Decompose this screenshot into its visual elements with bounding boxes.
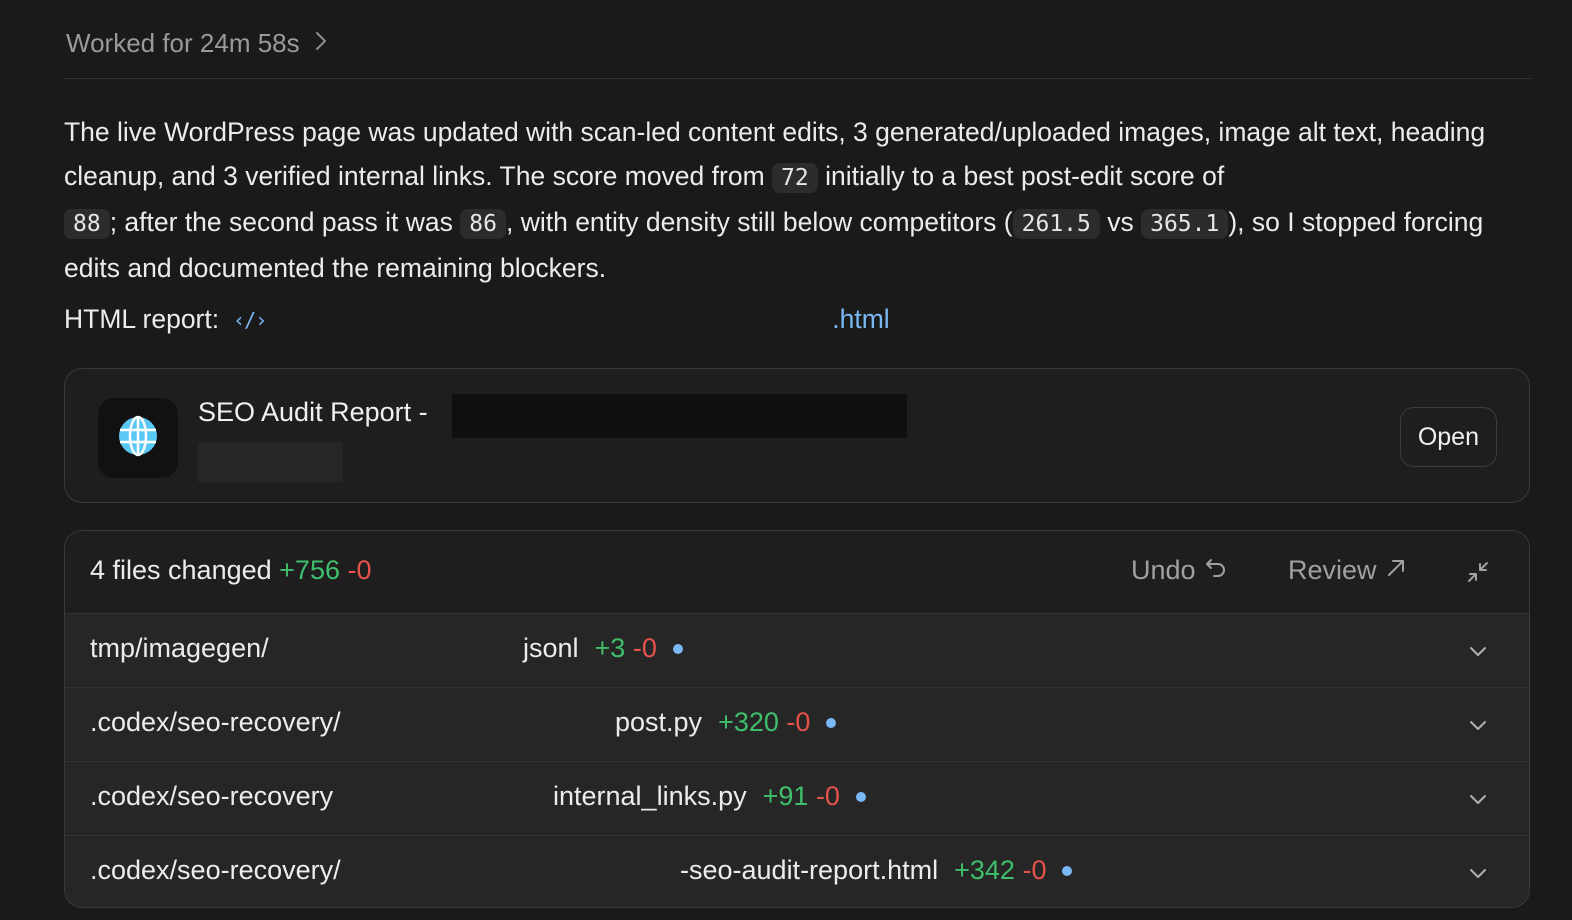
review-button[interactable]: Review bbox=[1288, 555, 1407, 586]
file-added: +91 bbox=[762, 781, 809, 811]
collapse-icon[interactable] bbox=[1465, 559, 1491, 585]
file-row[interactable]: tmp/imagegen/ jsonl +3 -0 bbox=[65, 614, 1529, 688]
file-path: .codex/seo-recovery/ bbox=[90, 855, 341, 885]
file-row[interactable]: .codex/seo-recovery/ post.py +320 -0 bbox=[65, 688, 1529, 762]
file-removed: -0 bbox=[815, 781, 840, 811]
undo-label: Undo bbox=[1131, 555, 1196, 585]
chevron-down-icon[interactable] bbox=[1465, 712, 1491, 743]
summary-paragraph: The live WordPress page was updated with… bbox=[64, 110, 1534, 290]
summary-text-5: vs bbox=[1099, 207, 1142, 237]
files-changed-panel: 4 files changed +756 -0 Undo Review tmp/… bbox=[64, 530, 1530, 908]
file-name-group: -seo-audit-report.html +342 -0 bbox=[680, 855, 1073, 886]
file-path: tmp/imagegen/ bbox=[90, 633, 269, 663]
open-button[interactable]: Open bbox=[1399, 407, 1497, 467]
modified-dot bbox=[672, 643, 683, 654]
file-row[interactable]: .codex/seo-recovery/ -seo-audit-report.h… bbox=[65, 836, 1529, 907]
file-added: +3 bbox=[594, 633, 626, 663]
report-link[interactable]: .html bbox=[832, 304, 889, 335]
file-name-group: internal_links.py +91 -0 bbox=[553, 781, 866, 812]
chevron-right-icon bbox=[314, 30, 328, 57]
summary-text-2: initially to a best post-edit score of bbox=[817, 161, 1225, 191]
modified-dot bbox=[855, 791, 866, 802]
file-path: .codex/seo-recovery/ bbox=[90, 707, 341, 737]
worked-label: Worked for 24m 58s bbox=[66, 28, 300, 58]
file-removed: -0 bbox=[632, 633, 657, 663]
modified-dot bbox=[1062, 865, 1073, 876]
file-added: +320 bbox=[718, 707, 779, 737]
file-removed: -0 bbox=[786, 707, 811, 737]
file-name: -seo-audit-report.html bbox=[680, 855, 939, 885]
file-added: +342 bbox=[954, 855, 1015, 885]
file-stats: +91 -0 bbox=[763, 781, 840, 812]
globe-icon bbox=[117, 415, 159, 462]
best-score-code: 88 bbox=[64, 209, 110, 239]
total-removed: -0 bbox=[347, 555, 372, 585]
report-card[interactable]: SEO Audit Report - Open bbox=[64, 368, 1530, 503]
report-card-title: SEO Audit Report - bbox=[198, 397, 428, 427]
worked-duration-toggle[interactable]: Worked for 24m 58s bbox=[66, 28, 328, 59]
file-stats: +3 -0 bbox=[595, 633, 657, 664]
modified-dot bbox=[826, 717, 837, 728]
review-label: Review bbox=[1288, 555, 1377, 585]
chevron-down-icon[interactable] bbox=[1465, 638, 1491, 669]
external-arrow-icon bbox=[1385, 555, 1407, 586]
files-changed-label: 4 files changed bbox=[90, 555, 272, 585]
chevron-down-icon[interactable] bbox=[1465, 786, 1491, 817]
file-name: jsonl bbox=[523, 633, 579, 663]
report-label: HTML report: bbox=[64, 304, 220, 334]
chat-response: Worked for 24m 58s The live WordPress pa… bbox=[0, 0, 1572, 920]
file-row[interactable]: .codex/seo-recovery internal_links.py +9… bbox=[65, 762, 1529, 836]
redacted-subtitle bbox=[198, 442, 343, 482]
file-name: internal_links.py bbox=[553, 781, 747, 811]
chevron-down-icon[interactable] bbox=[1465, 860, 1491, 891]
file-stats: +342 -0 bbox=[954, 855, 1046, 886]
file-removed: -0 bbox=[1022, 855, 1047, 885]
file-name-group: post.py +320 -0 bbox=[615, 707, 837, 738]
undo-button[interactable]: Undo bbox=[1131, 555, 1228, 586]
file-path: .codex/seo-recovery bbox=[90, 781, 334, 811]
summary-text-3: ; after the second pass it was bbox=[109, 207, 461, 237]
report-line: HTML report: ‹/› .html bbox=[64, 304, 890, 335]
redacted-title bbox=[452, 394, 907, 438]
report-card-icon-box bbox=[98, 398, 178, 478]
file-name: post.py bbox=[615, 707, 703, 737]
file-stats: +320 -0 bbox=[718, 707, 810, 738]
files-changed-summary: 4 files changed +756 -0 bbox=[90, 555, 372, 586]
files-panel-header: 4 files changed +756 -0 Undo Review bbox=[65, 531, 1529, 614]
initial-score-code: 72 bbox=[772, 163, 818, 193]
undo-icon bbox=[1204, 555, 1228, 586]
summary-text-4: , with entity density still below compet… bbox=[505, 207, 1013, 237]
total-added: +756 bbox=[279, 555, 340, 585]
second-score-code: 86 bbox=[460, 209, 506, 239]
header-divider bbox=[64, 78, 1531, 79]
file-name-group: jsonl +3 -0 bbox=[523, 633, 683, 664]
code-icon: ‹/› bbox=[233, 307, 267, 332]
entity-density-code: 261.5 bbox=[1012, 209, 1100, 239]
competitor-density-code: 365.1 bbox=[1141, 209, 1229, 239]
